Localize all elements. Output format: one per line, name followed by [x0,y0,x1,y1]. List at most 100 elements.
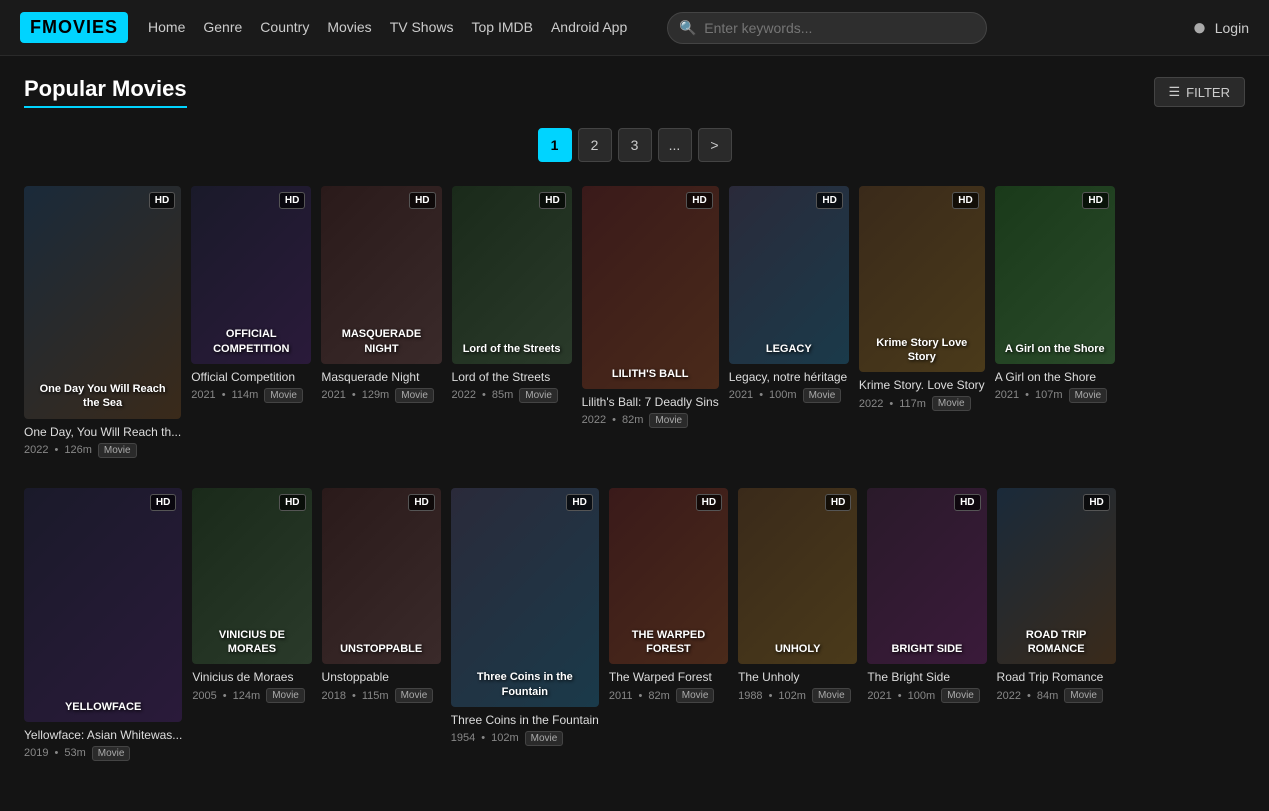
poster-inner: VINICIUS DE MORAES [192,488,311,664]
movie-dot: • [352,690,356,702]
movie-title: The Unholy [738,670,857,684]
movie-duration: 117m [899,398,926,410]
poster-inner: YELLOWFACE [24,488,182,722]
movie-type-badge: Movie [676,688,715,703]
page-btn-3[interactable]: 3 [618,128,652,162]
movie-dot: • [54,747,58,759]
nav-item-country[interactable]: Country [260,19,309,37]
movie-type-badge: Movie [941,688,980,703]
movie-meta: 2022 • 82m Movie [582,413,719,428]
movie-year: 2022 [859,398,883,410]
nav-item-android[interactable]: Android App [551,19,627,37]
movie-duration: 84m [1037,690,1058,702]
movie-year: 1954 [451,732,475,744]
nav-link-top-imdb[interactable]: Top IMDB [472,19,533,35]
poster-title-overlay: Krime Story Love Story [867,336,977,365]
logo[interactable]: FMOVIES [20,12,128,43]
nav-link-home[interactable]: Home [148,19,185,35]
movie-dot: • [54,444,58,456]
nav-link-movies[interactable]: Movies [327,19,371,35]
movie-card[interactable]: HD Lord of the Streets Lord of the Stree… [452,186,572,458]
nav-link-country[interactable]: Country [260,19,309,35]
movie-dot: • [759,389,763,401]
movie-grid-row2: HD YELLOWFACE Yellowface: Asian Whitewas… [24,488,1245,761]
movie-type-badge: Movie [1069,388,1108,403]
movie-card[interactable]: HD One Day You Will Reach the Sea One Da… [24,186,181,458]
movie-type-badge: Movie [1064,688,1103,703]
movie-poster: HD THE WARPED FOREST [609,488,728,664]
movie-duration: 85m [492,389,513,401]
poster-title-overlay: OFFICIAL COMPETITION [199,327,303,356]
poster-title-overlay: YELLOWFACE [65,700,141,714]
page-btn-next[interactable]: > [698,128,732,162]
movie-card[interactable]: HD Three Coins in the Fountain Three Coi… [451,488,599,761]
movie-card[interactable]: HD LILITH'S BALL Lilith's Ball: 7 Deadly… [582,186,719,458]
nav-item-movies[interactable]: Movies [327,19,371,37]
nav-item-genre[interactable]: Genre [203,19,242,37]
movie-card[interactable]: HD THE WARPED FOREST The Warped Forest 2… [609,488,728,761]
nav-item-home[interactable]: Home [148,19,185,37]
movie-meta: 1988 • 102m Movie [738,688,857,703]
movie-title: Vinicius de Moraes [192,670,311,684]
movie-card[interactable]: HD UNHOLY The Unholy 1988 • 102m Movie [738,488,857,761]
movie-type-badge: Movie [803,388,842,403]
poster-title-overlay: BRIGHT SIDE [891,642,962,656]
search-input[interactable] [667,12,987,44]
movie-card[interactable]: HD VINICIUS DE MORAES Vinicius de Moraes… [192,488,311,761]
poster-inner: Three Coins in the Fountain [451,488,599,707]
login-label[interactable]: Login [1215,20,1249,36]
nav-link-genre[interactable]: Genre [203,19,242,35]
movie-year: 2021 [321,389,345,401]
page-btn-2[interactable]: 2 [578,128,612,162]
movie-duration: 100m [769,389,797,401]
movie-duration: 124m [233,690,261,702]
movie-poster: HD BRIGHT SIDE [867,488,986,664]
nav-link-android[interactable]: Android App [551,19,627,35]
movie-year: 2018 [322,690,346,702]
movie-meta: 2022 • 117m Movie [859,396,985,411]
movie-card[interactable]: HD MASQUERADE NIGHT Masquerade Night 202… [321,186,441,458]
movie-duration: 107m [1035,389,1063,401]
movie-year: 2021 [191,389,215,401]
page-title: Popular Movies [24,76,187,108]
poster-title-overlay: LEGACY [766,342,812,356]
movie-meta: 2018 • 115m Movie [322,688,441,703]
movie-poster: HD One Day You Will Reach the Sea [24,186,181,419]
nav-link-tv-shows[interactable]: TV Shows [390,19,454,35]
movie-type-badge: Movie [266,688,305,703]
movie-card[interactable]: HD A Girl on the Shore A Girl on the Sho… [995,186,1115,458]
page-btn-1[interactable]: 1 [538,128,572,162]
movie-card[interactable]: HD BRIGHT SIDE The Bright Side 2021 • 10… [867,488,986,761]
movie-year: 2019 [24,747,48,759]
movie-dot: • [769,690,773,702]
filter-button[interactable]: ☰ FILTER [1154,77,1245,107]
poster-inner: Lord of the Streets [452,186,572,364]
movie-card[interactable]: HD Krime Story Love Story Krime Story. L… [859,186,985,458]
movie-card[interactable]: HD UNSTOPPABLE Unstoppable 2018 • 115m M… [322,488,441,761]
movie-card[interactable]: HD ROAD TRIP ROMANCE Road Trip Romance 2… [997,488,1116,761]
movie-poster: HD A Girl on the Shore [995,186,1115,364]
movie-dot: • [352,389,356,401]
nav-item-top-imdb[interactable]: Top IMDB [472,19,533,37]
movie-title: Road Trip Romance [997,670,1116,684]
movie-poster: HD MASQUERADE NIGHT [321,186,441,364]
movie-card[interactable]: HD YELLOWFACE Yellowface: Asian Whitewas… [24,488,182,761]
movie-duration: 82m [648,690,669,702]
poster-inner: OFFICIAL COMPETITION [191,186,311,364]
movie-meta: 2019 • 53m Movie [24,746,182,761]
movie-type-badge: Movie [519,388,558,403]
poster-title-overlay: LILITH'S BALL [612,367,689,381]
movie-poster: HD Lord of the Streets [452,186,572,364]
nav-item-tv-shows[interactable]: TV Shows [390,19,454,37]
movie-poster: HD ROAD TRIP ROMANCE [997,488,1116,664]
page-btn-ellipsis[interactable]: ... [658,128,692,162]
page-content: Popular Movies ☰ FILTER 1 2 3 ... > HD O… [0,56,1269,811]
movie-poster: HD LEGACY [729,186,849,364]
movie-card[interactable]: HD OFFICIAL COMPETITION Official Competi… [191,186,311,458]
poster-inner: MASQUERADE NIGHT [321,186,441,364]
movie-card[interactable]: HD LEGACY Legacy, notre héritage 2021 • … [729,186,849,458]
movie-title: Lord of the Streets [452,370,572,384]
poster-title-overlay: UNHOLY [775,642,820,656]
login-section[interactable]: ● Login [1192,14,1249,42]
movie-type-badge: Movie [649,413,688,428]
